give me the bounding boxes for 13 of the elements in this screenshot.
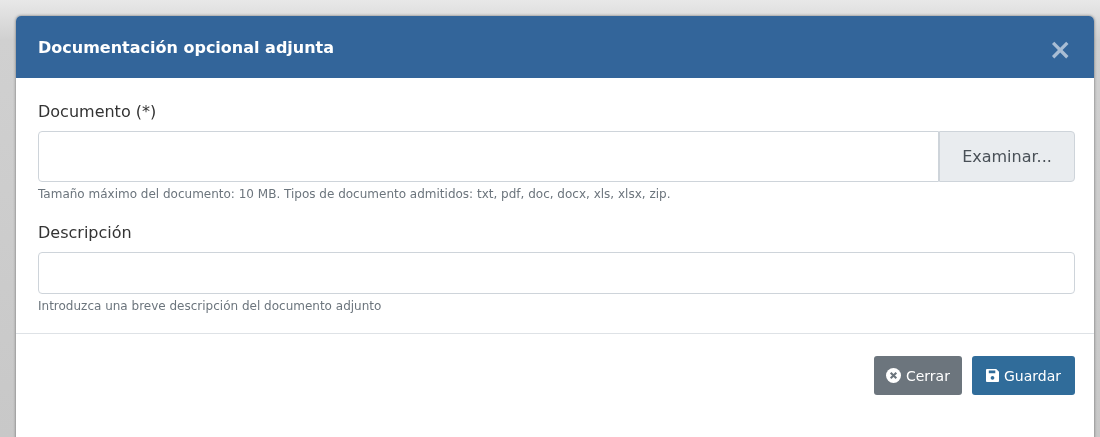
- close-circle-icon: [885, 368, 901, 383]
- help-text: Introduzca una breve descripción del documento adjunto: [38, 299, 383, 313]
- field-label: Descripción: [38, 223, 133, 242]
- file-field[interactable]: [38, 131, 939, 182]
- dialog-title: Documentación opcional adjunta: [38, 37, 335, 57]
- description-field[interactable]: [38, 252, 1075, 294]
- save-icon: [985, 369, 999, 382]
- close-button[interactable]: ×: [1048, 36, 1072, 64]
- field-label: Documento (*): [38, 102, 158, 121]
- browse-button[interactable]: Examinar...: [939, 131, 1075, 182]
- save-button[interactable]: Guardar: [971, 356, 1075, 395]
- close-dialog-button[interactable]: Cerrar: [873, 356, 962, 395]
- help-text: Tamaño máximo del documento: 10 MB. Tipos de documento admitidos: txt, pdf, doc, docx, xls, xlsx, zip.: [38, 187, 672, 201]
